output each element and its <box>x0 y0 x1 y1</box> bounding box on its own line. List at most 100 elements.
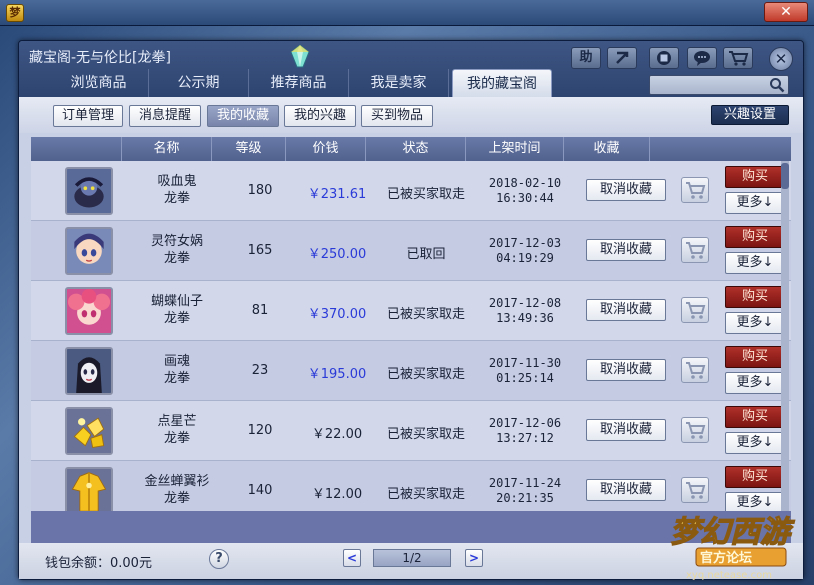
item-avatar-gold-item[interactable] <box>65 407 113 455</box>
item-listed-time: 2017-11-24 20:21:35 <box>476 476 574 506</box>
chat-icon[interactable] <box>687 47 717 69</box>
listed-clock: 20:21:35 <box>496 491 554 505</box>
tab-public[interactable]: 公示期 <box>149 69 249 97</box>
tab-seller[interactable]: 我是卖家 <box>349 69 449 97</box>
cart-icon[interactable] <box>681 417 709 443</box>
item-name: 金丝蝉翼衫 <box>144 474 210 489</box>
window-close-button[interactable]: ✕ <box>769 47 793 71</box>
listed-date: 2018-02-10 <box>488 176 562 190</box>
th-price: 价钱 <box>285 137 365 161</box>
item-avatar-huahun[interactable] <box>65 347 113 395</box>
subtab-orders[interactable]: 订单管理 <box>53 105 123 127</box>
item-price: ￥231.61 <box>307 187 367 202</box>
subtab-messages[interactable]: 消息提醒 <box>129 105 201 127</box>
next-page-button[interactable]: > <box>465 549 483 567</box>
table-body: 吸血鬼 龙拳 180 ￥231.61 已被买家取走 2018-02-10 16:30:44 取… <box>31 161 791 511</box>
item-status: 已被买家取走 <box>386 427 465 442</box>
more-button[interactable]: 更多↓ <box>725 192 785 214</box>
more-button[interactable]: 更多↓ <box>725 372 785 394</box>
item-name-cell: 蝴蝶仙子 龙拳 <box>131 293 223 327</box>
window-header: 藏宝阁-无与伦比[龙拳] 助 ✕ 浏览商品 公示期 推荐商品 我是卖家 我的藏宝… <box>19 41 803 97</box>
app-icon: 梦 <box>6 4 24 22</box>
help-icon[interactable]: ? <box>209 549 229 569</box>
item-status: 已被买家取走 <box>386 487 465 502</box>
item-name-cell: 灵符女娲 龙拳 <box>131 233 223 267</box>
unfavorite-button[interactable]: 取消收藏 <box>586 179 666 201</box>
item-avatar-nuwa[interactable] <box>65 227 113 275</box>
refresh-arrow-icon[interactable] <box>607 47 637 69</box>
unfavorite-button[interactable]: 取消收藏 <box>586 419 666 441</box>
svg-text:xyq.netease.com: xyq.netease.com <box>686 570 772 581</box>
buy-button[interactable]: 购买 <box>725 166 785 188</box>
interest-settings-button[interactable]: 兴趣设置 <box>711 105 789 125</box>
cart-icon[interactable] <box>681 237 709 263</box>
prev-page-button[interactable]: < <box>343 549 361 567</box>
listed-date: 2017-12-03 <box>488 236 562 250</box>
sub-tabs: 订单管理 消息提醒 我的收藏 我的兴趣 买到物品 兴趣设置 <box>19 97 803 133</box>
buy-button[interactable]: 购买 <box>725 466 785 488</box>
table-row: 画魂 龙拳 23 ￥195.00 已被买家取走 2017-11-30 01:25:14 取消收… <box>31 341 791 401</box>
item-listed-time: 2017-12-06 13:27:12 <box>476 416 574 446</box>
item-level: 120 <box>247 423 273 438</box>
search-icon[interactable] <box>769 77 785 93</box>
unfavorite-button[interactable]: 取消收藏 <box>586 299 666 321</box>
cart-icon[interactable] <box>681 177 709 203</box>
item-level: 23 <box>251 363 269 378</box>
os-close-button[interactable]: ✕ <box>764 2 808 22</box>
scrollbar[interactable] <box>781 161 789 511</box>
listed-clock: 04:19:29 <box>496 251 554 265</box>
os-titlebar: 梦 ✕ <box>0 0 814 26</box>
listed-clock: 01:25:14 <box>496 371 554 385</box>
item-avatar-gold-robe[interactable] <box>65 467 113 511</box>
buy-button[interactable]: 购买 <box>725 346 785 368</box>
item-name-cell: 画魂 龙拳 <box>131 353 223 387</box>
item-avatar-butterfly[interactable] <box>65 287 113 335</box>
tab-my-pavilion[interactable]: 我的藏宝阁 <box>452 69 552 97</box>
more-button[interactable]: 更多↓ <box>725 252 785 274</box>
item-status: 已取回 <box>406 247 446 262</box>
th-name: 名称 <box>121 137 211 161</box>
item-name-cell: 吸血鬼 龙拳 <box>131 173 223 207</box>
table-row: 吸血鬼 龙拳 180 ￥231.61 已被买家取走 2018-02-10 16:30:44 取… <box>31 161 791 221</box>
tab-recommend[interactable]: 推荐商品 <box>249 69 349 97</box>
item-avatar-vampire[interactable] <box>65 167 113 215</box>
page-indicator: 1/2 <box>373 549 451 567</box>
unfavorite-button[interactable]: 取消收藏 <box>586 479 666 501</box>
tab-browse[interactable]: 浏览商品 <box>49 69 149 97</box>
stop-icon[interactable] <box>649 47 679 69</box>
th-status: 状态 <box>365 137 465 161</box>
subtab-favorites[interactable]: 我的收藏 <box>207 105 279 127</box>
scroll-thumb[interactable] <box>781 163 789 189</box>
gem-icon <box>290 44 310 68</box>
item-school: 龙拳 <box>163 191 190 206</box>
th-favorite: 收藏 <box>563 137 649 161</box>
item-listed-time: 2017-12-08 13:49:36 <box>476 296 574 326</box>
item-status: 已被买家取走 <box>386 307 465 322</box>
th-listed-time: 上架时间 <box>465 137 563 161</box>
th-level: 等级 <box>211 137 285 161</box>
th-actions <box>649 137 791 161</box>
buy-button[interactable]: 购买 <box>725 286 785 308</box>
more-button[interactable]: 更多↓ <box>725 312 785 334</box>
item-listed-time: 2017-12-03 04:19:29 <box>476 236 574 266</box>
more-button[interactable]: 更多↓ <box>725 432 785 454</box>
cart-icon[interactable] <box>681 297 709 323</box>
th-blank <box>31 137 121 161</box>
search-input[interactable] <box>649 75 789 95</box>
item-name: 点星芒 <box>157 414 197 429</box>
item-school: 龙拳 <box>163 371 190 386</box>
buy-button[interactable]: 购买 <box>725 406 785 428</box>
listed-clock: 13:49:36 <box>496 311 554 325</box>
cart-icon[interactable] <box>681 357 709 383</box>
unfavorite-button[interactable]: 取消收藏 <box>586 359 666 381</box>
listed-date: 2017-12-06 <box>488 416 562 430</box>
cart-tool-icon[interactable] <box>723 47 753 69</box>
item-name-cell: 金丝蝉翼衫 龙拳 <box>131 473 223 507</box>
table-row: 灵符女娲 龙拳 165 ￥250.00 已取回 2017-12-03 04:19:29 取消收… <box>31 221 791 281</box>
subtab-interests[interactable]: 我的兴趣 <box>284 105 356 127</box>
table-header: 名称 等级 价钱 状态 上架时间 收藏 <box>31 137 791 161</box>
unfavorite-button[interactable]: 取消收藏 <box>586 239 666 261</box>
buy-button[interactable]: 购买 <box>725 226 785 248</box>
subtab-purchased[interactable]: 买到物品 <box>361 105 433 127</box>
help-tool-button[interactable]: 助 <box>571 47 601 69</box>
